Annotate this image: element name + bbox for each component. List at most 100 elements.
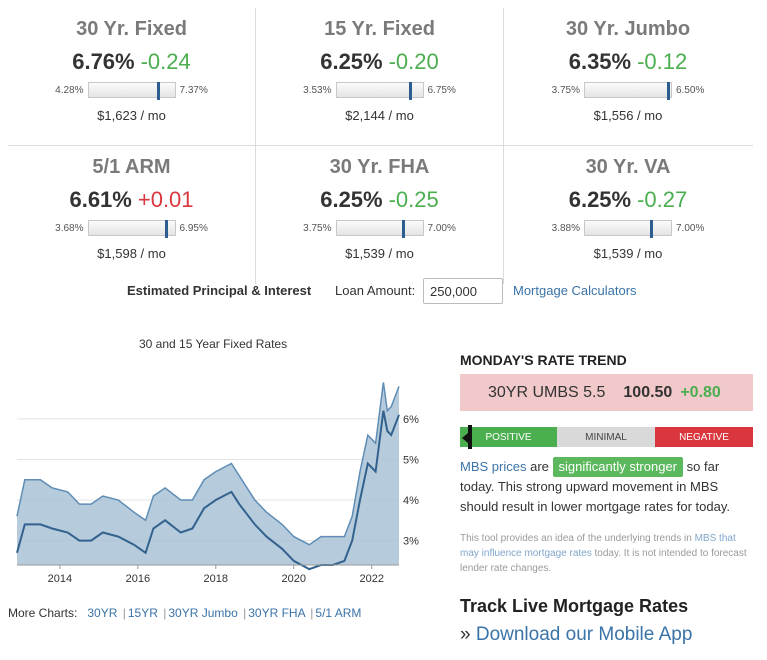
rate-value: 6.76% <box>72 49 135 74</box>
trend-desc-are: are <box>530 459 549 474</box>
range-high: 6.95% <box>179 222 208 234</box>
monthly-payment: $1,598 / mo <box>97 246 166 261</box>
loan-amount-label: Loan Amount: <box>335 282 416 298</box>
rate-card[interactable]: 5/1 ARM 6.61% +0.01 3.68% 6.95% $1,598 / mo <box>8 146 256 284</box>
range-high: 7.00% <box>676 222 705 234</box>
rate-line: 6.25% -0.27 <box>504 187 752 213</box>
range-low: 3.75% <box>551 84 580 96</box>
rate-value: 6.61% <box>69 187 132 212</box>
range-marker <box>408 82 412 100</box>
monthly-payment: $1,556 / mo <box>593 108 663 123</box>
rate-line: 6.76% -0.24 <box>8 49 255 75</box>
rate-line: 6.61% +0.01 <box>8 187 255 213</box>
meter-positive: POSITIVE <box>460 427 557 447</box>
range-marker <box>649 220 653 238</box>
x-tick-label: 2018 <box>204 573 228 585</box>
product-name: 30 Yr. FHA <box>329 156 430 178</box>
rate-line: 6.35% -0.12 <box>504 49 752 75</box>
more-chart-link-30yr-fha[interactable]: 30YR FHA <box>248 606 305 620</box>
mbs-prices-link[interactable]: MBS prices <box>460 459 526 474</box>
loan-amount-input[interactable] <box>423 278 503 304</box>
trend-strength-badge: significantly stronger <box>552 457 684 477</box>
rate-trend-title: MONDAY'S RATE TREND <box>460 352 627 368</box>
range-high: 6.75% <box>427 84 456 96</box>
y-tick-label: 4% <box>403 495 419 507</box>
trend-disclaimer: This tool provides an idea of the underl… <box>460 531 753 576</box>
rate-range: 3.68% 6.95% <box>8 220 255 238</box>
range-high: 6.50% <box>676 84 705 96</box>
x-tick-label: 2022 <box>359 573 383 585</box>
range-high: 7.37% <box>179 84 208 96</box>
chevron-right-icon: » <box>460 624 471 645</box>
range-bar <box>584 82 672 100</box>
umbs-quote: 30YR UMBS 5.5 100.50 +0.80 <box>460 374 753 411</box>
product-name: 15 Yr. Fixed <box>324 18 435 40</box>
rate-card[interactable]: 30 Yr. Jumbo 6.35% -0.12 3.75% 6.50% $1,556 /… <box>504 8 752 145</box>
mobile-app-promo: » Download our Mobile App <box>460 624 692 646</box>
rate-range: 3.88% 7.00% <box>504 220 752 238</box>
trend-meter: POSITIVE MINIMAL NEGATIVE <box>460 425 753 449</box>
range-low: 3.75% <box>303 222 332 234</box>
range-bar <box>87 220 176 238</box>
meter-needle-icon <box>468 425 472 449</box>
rate-value: 6.25% <box>320 187 383 212</box>
monthly-payment: $1,539 / mo <box>345 246 414 261</box>
range-bar <box>87 82 176 100</box>
mortgage-calculators-link[interactable]: Mortgage Calculators <box>513 283 637 298</box>
disclaimer-text-a: This tool provides an idea of the underl… <box>460 533 692 544</box>
more-chart-link-15yr[interactable]: 15YR <box>128 606 158 620</box>
product-name: 30 Yr. Jumbo <box>565 18 691 40</box>
umbs-name: 30YR UMBS 5.5 <box>488 383 606 401</box>
y-tick-label: 5% <box>403 454 419 466</box>
chart-title: 30 and 15 Year Fixed Rates <box>139 337 288 351</box>
rate-change: -0.12 <box>637 49 688 74</box>
x-tick-label: 2014 <box>48 573 72 585</box>
rate-change: -0.25 <box>388 187 439 212</box>
umbs-price: 100.50 <box>623 383 673 401</box>
rates-chart-svg: 3% 4% 5% 6% 2014 2016 2018 2020 2022 <box>16 382 419 585</box>
y-tick-label: 3% <box>403 536 419 548</box>
rate-change: +0.01 <box>137 187 194 212</box>
more-chart-link-51-arm[interactable]: 5/1 ARM <box>315 606 361 620</box>
range-marker <box>667 82 671 100</box>
trend-description: MBS prices are significantly stronger so… <box>460 457 753 517</box>
rate-change: -0.20 <box>388 49 439 74</box>
range-low: 3.53% <box>303 84 332 96</box>
rates-chart: 3% 4% 5% 6% 2014 2016 2018 2020 2022 <box>14 360 434 595</box>
rate-value: 6.25% <box>320 49 383 74</box>
rate-grid: 30 Yr. Fixed 6.76% -0.24 4.28% 7.37% $1,623 /… <box>8 8 753 284</box>
rate-range: 4.28% 7.37% <box>8 82 255 100</box>
rate-card[interactable]: 30 Yr. Fixed 6.76% -0.24 4.28% 7.37% $1,623 /… <box>8 8 256 145</box>
rate-change: -0.24 <box>140 49 191 74</box>
range-marker <box>165 220 168 238</box>
rate-card[interactable]: 30 Yr. FHA 6.25% -0.25 3.75% 7.00% $1,539 / m… <box>256 146 504 284</box>
rate-line: 6.25% -0.25 <box>256 187 503 213</box>
monthly-payment: $1,539 / mo <box>593 246 663 261</box>
x-tick-label: 2020 <box>282 573 306 585</box>
rate-row-1: 30 Yr. Fixed 6.76% -0.24 4.28% 7.37% $1,623 /… <box>8 8 753 146</box>
calculator-label: Estimated Principal & Interest <box>127 282 312 298</box>
range-low: 3.68% <box>55 222 84 234</box>
track-rates-title: Track Live Mortgage Rates <box>460 596 689 616</box>
meter-negative: NEGATIVE <box>655 427 753 447</box>
product-name: 5/1 ARM <box>92 156 171 178</box>
more-chart-link-30yr-jumbo[interactable]: 30YR Jumbo <box>168 606 237 620</box>
rate-card[interactable]: 30 Yr. VA 6.25% -0.27 3.88% 7.00% $1,539 / mo <box>504 146 752 284</box>
product-name: 30 Yr. VA <box>585 156 671 178</box>
range-low: 3.88% <box>551 222 580 234</box>
range-bar <box>584 220 672 238</box>
range-marker <box>156 82 160 100</box>
rate-trend-panel: MONDAY'S RATE TREND 30YR UMBS 5.5 100.50… <box>460 352 753 576</box>
more-charts-label: More Charts: <box>8 606 78 620</box>
rate-change: -0.27 <box>637 187 688 212</box>
range-bar <box>335 82 424 100</box>
meter-minimal: MINIMAL <box>557 427 655 447</box>
y-tick-label: 6% <box>403 414 419 426</box>
range-marker <box>401 220 405 238</box>
download-app-link[interactable]: Download our Mobile App <box>476 624 693 645</box>
rate-range: 3.75% 6.50% <box>504 82 752 100</box>
more-chart-link-30yr[interactable]: 30YR <box>87 606 117 620</box>
more-charts: More Charts: 30YR | 15YR | 30YR Jumbo | 30Y… <box>8 606 362 620</box>
rate-card[interactable]: 15 Yr. Fixed 6.25% -0.20 3.53% 6.75% $2,144 /… <box>256 8 504 145</box>
rate-range: 3.53% 6.75% <box>256 82 503 100</box>
